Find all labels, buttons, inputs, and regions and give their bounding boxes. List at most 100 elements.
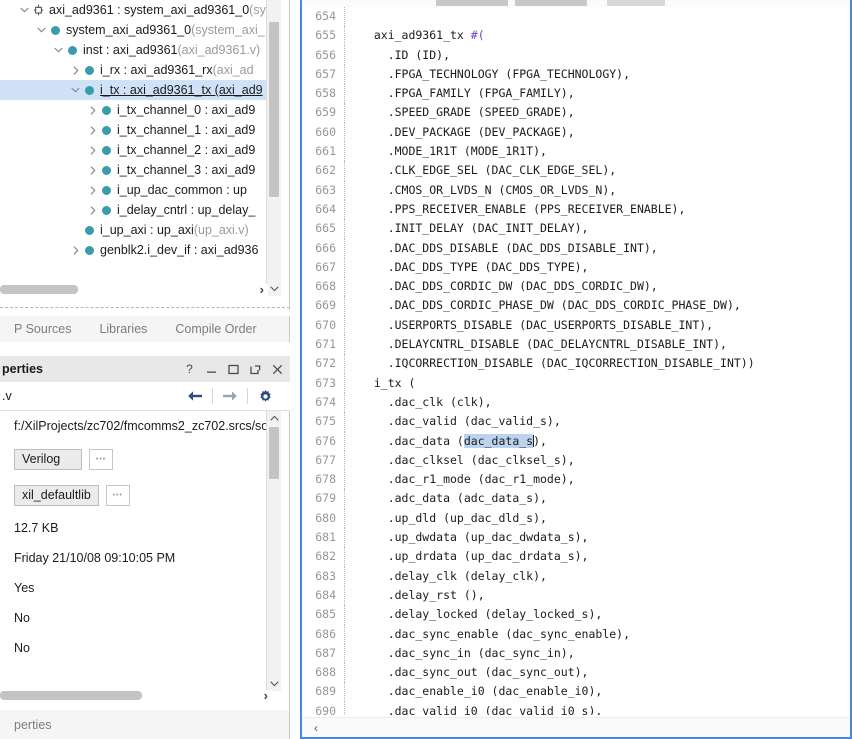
code-line[interactable]: 657 .FPGA_TECHNOLOGY (FPGA_TECHNOLOGY),: [302, 64, 850, 85]
tree-horizontal-scroll-thumb[interactable]: [0, 285, 78, 294]
hierarchy-tree-row[interactable]: i_tx_channel_3 : axi_ad9: [0, 160, 268, 180]
code-line[interactable]: 681 .up_dwdata (up_dac_dwdata_s),: [302, 528, 850, 548]
chevron-down-icon[interactable]: [52, 47, 65, 53]
chevron-right-icon[interactable]: [86, 165, 99, 175]
code-line[interactable]: 677 .dac_clksel (dac_clksel_s),: [302, 450, 850, 471]
properties-scroll-up-arrow-icon[interactable]: [267, 411, 281, 425]
code-line[interactable]: 672 .IQCORRECTION_DISABLE (DAC_IQCORRECT…: [302, 354, 850, 374]
gear-icon[interactable]: [248, 382, 282, 410]
code-line[interactable]: 671 .DELAYCNTRL_DISABLE (DAC_DELAYCNTRL_…: [302, 335, 850, 355]
code-line[interactable]: 686 .dac_sync_enable (dac_sync_enable),: [302, 624, 850, 644]
code-line[interactable]: 660 .DEV_PACKAGE (DEV_PACKAGE),: [302, 122, 850, 143]
code-line[interactable]: 666 .DAC_DDS_DISABLE (DAC_DDS_DISABLE_IN…: [302, 238, 850, 258]
property-combo-box[interactable]: xil_defaultlib: [14, 484, 99, 506]
code-line[interactable]: 668 .DAC_DDS_CORDIC_DW (DAC_DDS_CORDIC_D…: [302, 277, 850, 297]
chevron-right-icon[interactable]: [86, 205, 99, 215]
properties-horizontal-scroll-thumb[interactable]: [0, 691, 142, 700]
hierarchy-tree-scroll-area[interactable]: axi_ad9361 : system_axi_ad9361_0 (syssys…: [0, 0, 268, 296]
code-line[interactable]: 673 i_tx (: [302, 373, 850, 393]
hierarchy-tree-row[interactable]: i_delay_cntrl : up_delay_: [0, 200, 268, 220]
hierarchy-tree-row[interactable]: i_tx : axi_ad9361_tx (axi_ad9: [0, 80, 268, 100]
hierarchy-tree-row[interactable]: system_axi_ad9361_0 (system_axi_: [0, 20, 268, 40]
chevron-right-icon[interactable]: [86, 185, 99, 195]
hierarchy-tree-row[interactable]: i_tx_channel_0 : axi_ad9: [0, 100, 268, 120]
code-line[interactable]: 684 .delay_rst (),: [302, 585, 850, 606]
help-icon[interactable]: ?: [183, 362, 196, 376]
tab-properties-bottom[interactable]: perties: [0, 712, 66, 738]
code-line[interactable]: 679 .adc_data (adc_data_s),: [302, 489, 850, 509]
code-line[interactable]: 674 .dac_clk (clk),: [302, 392, 850, 413]
tab-compile-order[interactable]: Compile Order: [161, 316, 270, 342]
tree-vertical-scrollbar[interactable]: [266, 0, 281, 296]
code-line[interactable]: 689 .dac_enable_i0 (dac_enable_i0),: [302, 682, 850, 702]
properties-horizontal-scrollbar[interactable]: ›: [0, 688, 272, 703]
maximize-icon[interactable]: [227, 363, 240, 376]
float-icon[interactable]: [249, 363, 262, 376]
hierarchy-tree-row[interactable]: i_tx_channel_1 : axi_ad9: [0, 120, 268, 140]
code-horizontal-scrollbar[interactable]: ‹: [302, 717, 850, 737]
back-arrow-icon[interactable]: [178, 382, 212, 410]
code-line[interactable]: 661 .MODE_1R1T (MODE_1R1T),: [302, 142, 850, 162]
toolbar-button-group-1[interactable]: [436, 0, 508, 6]
code-line[interactable]: 669 .DAC_DDS_CORDIC_PHASE_DW (DAC_DDS_CO…: [302, 296, 850, 316]
property-browse-button[interactable]: •••: [89, 448, 113, 470]
code-line[interactable]: 656 .ID (ID),: [302, 45, 850, 65]
code-line[interactable]: 687 .dac_sync_in (dac_sync_in),: [302, 643, 850, 664]
property-combo-box[interactable]: Verilog: [14, 448, 82, 470]
hierarchy-tree-row[interactable]: i_up_axi : up_axi (up_axi.v): [0, 220, 268, 240]
code-line[interactable]: 675 .dac_valid (dac_valid_s),: [302, 412, 850, 432]
hierarchy-tree-row[interactable]: genblk2.i_dev_if : axi_ad936: [0, 240, 268, 260]
properties-vertical-scrollbar[interactable]: [266, 411, 281, 691]
forward-arrow-icon[interactable]: [213, 382, 247, 410]
hierarchy-tree-row[interactable]: axi_ad9361 : system_axi_ad9361_0 (sys: [0, 0, 268, 20]
code-line[interactable]: 670 .USERPORTS_DISABLE (DAC_USERPORTS_DI…: [302, 315, 850, 336]
chevron-right-icon[interactable]: [69, 245, 82, 255]
code-line[interactable]: 658 .FPGA_FAMILY (FPGA_FAMILY),: [302, 84, 850, 104]
hierarchy-instance-name: i_up_axi : up_axi: [100, 223, 194, 237]
tab-ip-sources[interactable]: P Sources: [0, 316, 85, 342]
properties-scroll-down-arrow-icon[interactable]: [267, 677, 281, 691]
chevron-right-icon[interactable]: [69, 65, 82, 75]
tab-libraries[interactable]: Libraries: [85, 316, 161, 342]
code-line[interactable]: 659 .SPEED_GRADE (SPEED_GRADE),: [302, 103, 850, 123]
hierarchy-tree-row[interactable]: i_rx : axi_ad9361_rx (axi_ad: [0, 60, 268, 80]
code-line[interactable]: 655 axi_ad9361_tx #(: [302, 26, 850, 46]
close-icon[interactable]: [271, 363, 284, 376]
code-line[interactable]: 654: [302, 7, 850, 27]
code-line[interactable]: 665 .INIT_DELAY (DAC_INIT_DELAY),: [302, 219, 850, 239]
tree-vertical-scroll-thumb[interactable]: [269, 22, 279, 197]
toolbar-button-group-3[interactable]: [607, 0, 665, 6]
scroll-down-arrow-icon[interactable]: [267, 282, 281, 296]
code-line[interactable]: 667 .DAC_DDS_TYPE (DAC_DDS_TYPE),: [302, 257, 850, 278]
code-line[interactable]: 685 .delay_locked (delay_locked_s),: [302, 605, 850, 625]
hierarchy-splitter[interactable]: [0, 307, 290, 309]
hierarchy-tree-row[interactable]: i_tx_channel_2 : axi_ad9: [0, 140, 268, 160]
code-line[interactable]: 662 .CLK_EDGE_SEL (DAC_CLK_EDGE_SEL),: [302, 161, 850, 181]
code-scroll-left-chevron-icon[interactable]: ‹: [302, 721, 318, 735]
chevron-right-icon[interactable]: [86, 145, 99, 155]
tree-scroll-right-chevron-icon[interactable]: ›: [260, 282, 264, 297]
minimize-icon[interactable]: [205, 363, 218, 376]
properties-scroll-right-chevron-icon[interactable]: ›: [264, 688, 268, 703]
chevron-right-icon[interactable]: [86, 125, 99, 135]
code-line[interactable]: 690 .dac_valid_i0 (dac_valid_i0_s),: [302, 701, 850, 715]
code-line[interactable]: 664 .PPS_RECEIVER_ENABLE (PPS_RECEIVER_E…: [302, 199, 850, 220]
code-line[interactable]: 688 .dac_sync_out (dac_sync_out),: [302, 663, 850, 683]
tree-horizontal-scrollbar[interactable]: ›: [0, 282, 268, 297]
code-line[interactable]: 680 .up_dld (up_dac_dld_s),: [302, 508, 850, 529]
code-line[interactable]: 663 .CMOS_OR_LVDS_N (CMOS_OR_LVDS_N),: [302, 180, 850, 200]
chevron-down-icon[interactable]: [35, 27, 48, 33]
code-line[interactable]: 683 .delay_clk (delay_clk),: [302, 566, 850, 586]
chevron-down-icon[interactable]: [69, 87, 82, 93]
code-text-area[interactable]: 654 655 axi_ad9361_tx #(656 .ID (ID), 657 …: [302, 7, 850, 715]
chevron-down-icon[interactable]: [18, 7, 31, 13]
hierarchy-tree-row[interactable]: inst : axi_ad9361 (axi_ad9361.v): [0, 40, 268, 60]
hierarchy-tree-row[interactable]: i_up_dac_common : up: [0, 180, 268, 200]
chevron-right-icon[interactable]: [86, 105, 99, 115]
code-line[interactable]: 676 .dac_data (dac_data_s),: [302, 431, 850, 451]
code-line[interactable]: 678 .dac_r1_mode (dac_r1_mode),: [302, 470, 850, 490]
property-browse-button[interactable]: •••: [105, 484, 130, 506]
properties-vertical-scroll-thumb[interactable]: [269, 427, 279, 479]
code-line[interactable]: 682 .up_drdata (up_dac_drdata_s),: [302, 547, 850, 567]
toolbar-button-group-2[interactable]: [515, 0, 587, 6]
